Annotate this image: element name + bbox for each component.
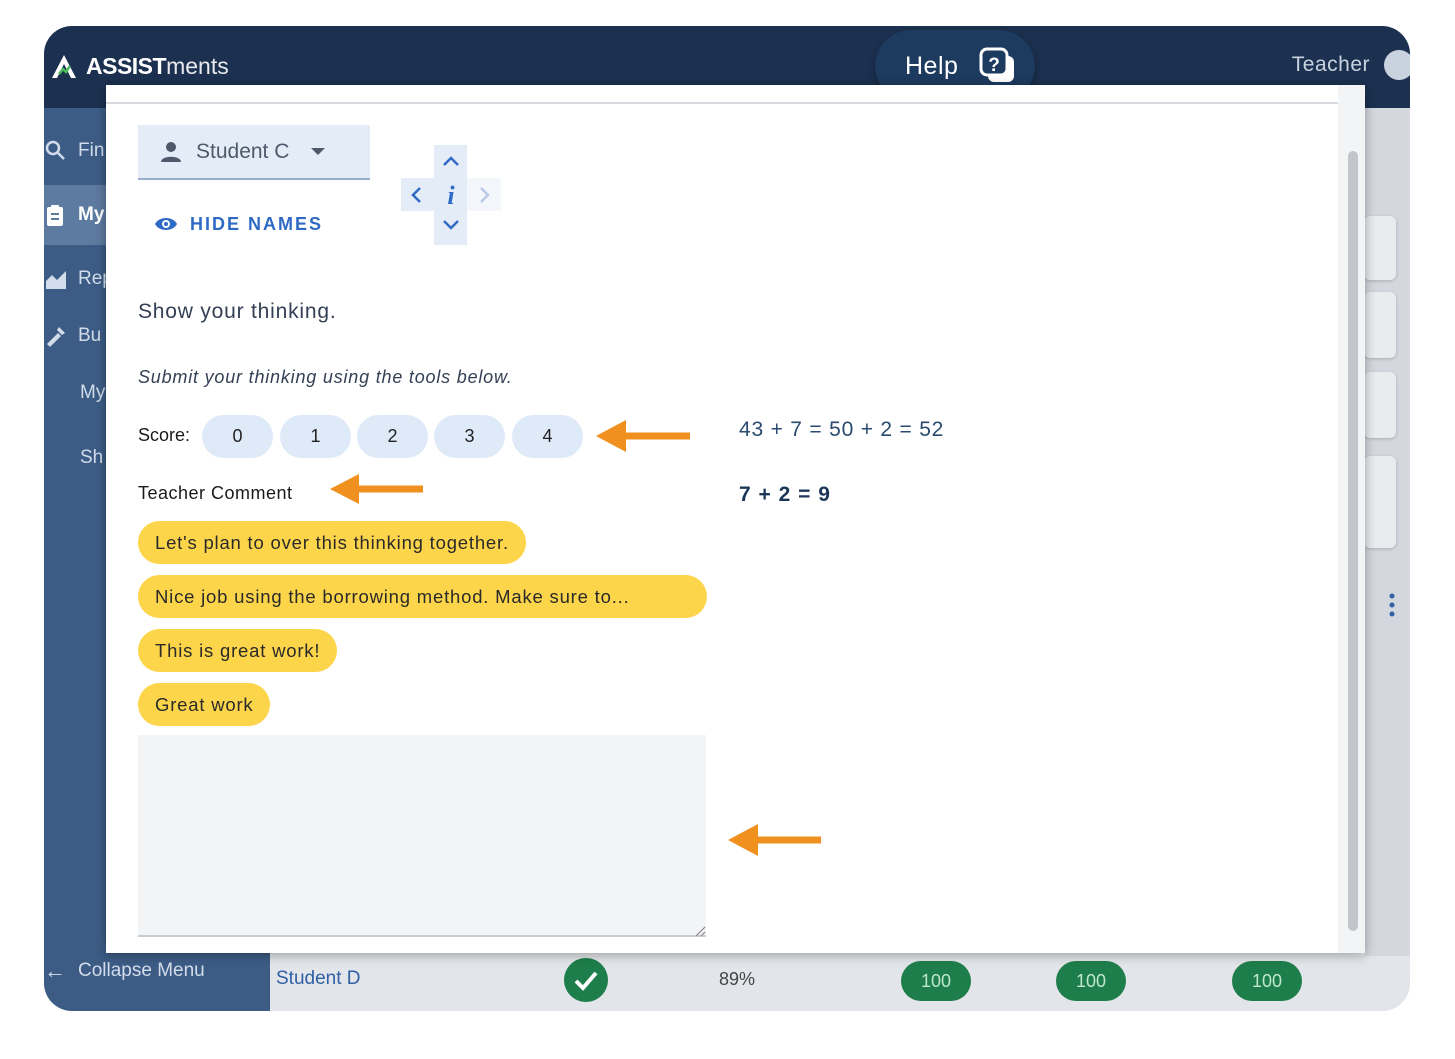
comment-chip[interactable]: This is great work!	[138, 629, 338, 672]
arrow-annotation-icon	[596, 420, 690, 452]
modal-divider	[106, 102, 1338, 104]
background-score-badge: 100	[901, 961, 971, 1001]
arrow-left-icon: ←	[44, 958, 66, 983]
help-label: Help	[905, 51, 959, 80]
sidebar-item-label: Bu	[78, 325, 102, 346]
chart-icon	[46, 271, 66, 289]
student-answer-line-1: 43 + 7 = 50 + 2 = 52	[739, 418, 945, 441]
account-avatar-icon[interactable]	[1384, 50, 1410, 80]
eye-icon	[155, 218, 177, 230]
score-button-0[interactable]: 0	[202, 415, 273, 458]
background-student-name[interactable]: Student D	[276, 968, 361, 990]
info-icon[interactable]: i	[441, 182, 461, 208]
logo-mark-icon	[52, 55, 76, 78]
chevron-right-icon[interactable]	[474, 185, 494, 205]
student-answer-line-2: 7 + 2 = 9	[739, 483, 831, 506]
search-icon	[45, 140, 65, 160]
comment-chip[interactable]: Great work	[138, 683, 271, 726]
background-score-badge: 100	[1232, 961, 1302, 1001]
teacher-comment-label: Teacher Comment	[138, 483, 293, 503]
hide-names-button[interactable]: HIDE NAMES	[154, 212, 323, 236]
collapse-menu-button[interactable]: ← Collapse Menu	[44, 958, 205, 984]
comment-chip[interactable]: Nice job using the borrowing method. Mak…	[138, 575, 707, 618]
problem-prompt: Show your thinking.	[138, 300, 337, 323]
chevron-up-icon[interactable]	[441, 153, 461, 169]
student-select-value: Student C	[196, 139, 290, 163]
background-percent: 89%	[719, 969, 756, 989]
background-score-badge: 100	[1056, 961, 1126, 1001]
score-button-4[interactable]: 4	[512, 415, 583, 458]
arrow-annotation-icon	[330, 474, 423, 504]
arrow-annotation-icon	[728, 824, 821, 856]
background-card	[1364, 292, 1396, 358]
background-card	[1364, 372, 1396, 438]
person-icon	[161, 141, 181, 162]
check-circle-icon	[564, 958, 608, 1002]
hide-names-label: HIDE NAMES	[190, 213, 324, 234]
background-card	[1364, 456, 1396, 548]
sidebar-item-label: Fin	[78, 140, 105, 161]
chevron-left-icon[interactable]	[407, 185, 427, 205]
collapse-menu-label: Collapse Menu	[78, 960, 205, 981]
help-question-icon: ?	[979, 47, 1015, 82]
assistments-logo[interactable]: ASSIST ments	[50, 52, 229, 80]
comment-chip[interactable]: Let's plan to over this thinking togethe…	[138, 521, 526, 564]
chevron-down-icon[interactable]	[441, 217, 461, 233]
problem-instruction: Submit your thinking using the tools bel…	[138, 367, 513, 387]
svg-text:?: ?	[989, 55, 1001, 76]
sidebar-item-label: My	[80, 382, 106, 403]
modal-scrollbar[interactable]	[1348, 151, 1358, 931]
svg-text:i: i	[447, 182, 455, 208]
problem-navigator: i	[401, 145, 501, 245]
score-button-1[interactable]: 1	[280, 415, 351, 458]
sidebar-item-label: Sh	[80, 447, 104, 468]
grading-modal: Student C HIDE NAMES i Show your thinkin…	[106, 85, 1365, 953]
logo-text-bold: ASSIST	[86, 52, 167, 79]
more-vertical-icon[interactable]	[1387, 592, 1397, 618]
teacher-comment-input[interactable]	[138, 735, 706, 937]
user-role-label[interactable]: Teacher	[1292, 53, 1370, 77]
student-select[interactable]: Student C	[138, 125, 370, 180]
background-card	[1364, 216, 1396, 280]
score-button-3[interactable]: 3	[434, 415, 505, 458]
score-label: Score:	[138, 425, 191, 445]
score-button-2[interactable]: 2	[357, 415, 428, 458]
clipboard-icon	[47, 205, 63, 226]
build-icon	[47, 327, 65, 347]
logo-text-thin: ments	[166, 52, 229, 79]
caret-down-icon	[311, 148, 326, 155]
resize-grip-icon[interactable]	[694, 925, 706, 937]
sidebar-item-label: My	[78, 204, 105, 225]
